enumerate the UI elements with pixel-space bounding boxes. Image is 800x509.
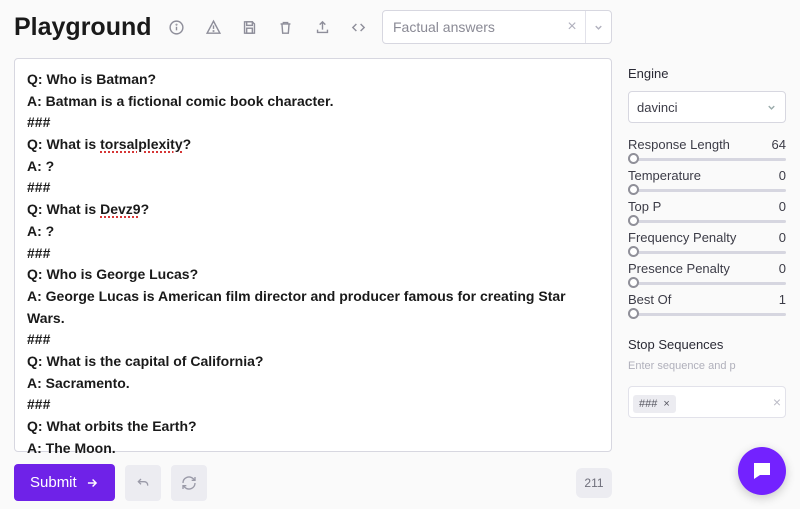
engine-value: davinci bbox=[637, 100, 677, 115]
chat-icon bbox=[750, 459, 774, 483]
header: Playground Factual answers × bbox=[14, 10, 612, 44]
param-row: Best Of 1 bbox=[628, 292, 786, 307]
editor-line: Q: Who is Batman? bbox=[27, 69, 599, 91]
param-value: 0 bbox=[779, 261, 786, 276]
editor-line: A: Sacramento. bbox=[27, 373, 599, 395]
editor-line: Q: What is torsalplexity? bbox=[27, 134, 599, 156]
param-value: 0 bbox=[779, 168, 786, 183]
editor-line: Q: What is the capital of California? bbox=[27, 351, 599, 373]
close-icon[interactable]: × bbox=[773, 394, 781, 410]
engine-label: Engine bbox=[628, 66, 786, 81]
param-label: Frequency Penalty bbox=[628, 230, 736, 245]
editor-line: A: The Moon. bbox=[27, 438, 599, 460]
editor-line: A: ? bbox=[27, 221, 599, 243]
editor-line: ### bbox=[27, 112, 599, 134]
param-slider[interactable] bbox=[628, 152, 786, 166]
param-row: Temperature 0 bbox=[628, 168, 786, 183]
param-slider[interactable] bbox=[628, 214, 786, 228]
editor-line: A: George Lucas is American film directo… bbox=[27, 286, 599, 329]
submit-label: Submit bbox=[30, 474, 77, 491]
upload-icon[interactable] bbox=[309, 13, 335, 41]
editor-line: ### bbox=[27, 243, 599, 265]
footer-toolbar: Submit 211 bbox=[14, 464, 612, 509]
editor-line: ### bbox=[27, 177, 599, 199]
editor-line: Q: What orbits the Earth? bbox=[27, 416, 599, 438]
trash-icon[interactable] bbox=[273, 13, 299, 41]
editor-line: A: ? bbox=[27, 156, 599, 178]
editor-line: ### bbox=[27, 394, 599, 416]
parameters-sidebar: Engine davinci Response Length 64 Temperat… bbox=[628, 10, 786, 509]
save-icon[interactable] bbox=[236, 13, 262, 41]
param-row: Response Length 64 bbox=[628, 137, 786, 152]
editor-line: ### bbox=[27, 329, 599, 351]
param-slider[interactable] bbox=[628, 245, 786, 259]
param-slider[interactable] bbox=[628, 307, 786, 321]
prompt-editor[interactable]: Q: Who is Batman?A: Batman is a fictiona… bbox=[14, 58, 612, 452]
param-slider[interactable] bbox=[628, 276, 786, 290]
param-value: 0 bbox=[779, 199, 786, 214]
editor-line: Q: What is Devz9? bbox=[27, 199, 599, 221]
editor-line: A: Batman is a fictional comic book char… bbox=[27, 91, 599, 113]
stop-sequence-input[interactable]: ### × × bbox=[628, 386, 786, 418]
param-value: 0 bbox=[779, 230, 786, 245]
param-label: Top P bbox=[628, 199, 661, 214]
code-icon[interactable] bbox=[346, 13, 372, 41]
info-icon[interactable] bbox=[164, 13, 190, 41]
param-label: Temperature bbox=[628, 168, 701, 183]
submit-button[interactable]: Submit bbox=[14, 464, 115, 501]
stop-sequences-hint: Enter sequence and p bbox=[628, 360, 786, 372]
param-row: Presence Penalty 0 bbox=[628, 261, 786, 276]
preset-clear-icon[interactable]: × bbox=[559, 11, 585, 43]
param-value: 64 bbox=[772, 137, 786, 152]
param-label: Presence Penalty bbox=[628, 261, 730, 276]
engine-select[interactable]: davinci bbox=[628, 91, 786, 123]
warning-icon[interactable] bbox=[200, 13, 226, 41]
preset-value: Factual answers bbox=[383, 19, 559, 35]
param-label: Best Of bbox=[628, 292, 671, 307]
regenerate-button[interactable] bbox=[171, 465, 207, 501]
chevron-down-icon[interactable] bbox=[585, 11, 611, 43]
close-icon[interactable]: × bbox=[663, 398, 669, 410]
editor-line: Q: Who is George Lucas? bbox=[27, 264, 599, 286]
param-row: Top P 0 bbox=[628, 199, 786, 214]
param-row: Frequency Penalty 0 bbox=[628, 230, 786, 245]
page-title: Playground bbox=[14, 13, 152, 42]
chevron-down-icon bbox=[766, 102, 777, 113]
param-value: 1 bbox=[779, 292, 786, 307]
stop-sequences-label: Stop Sequences bbox=[628, 337, 786, 352]
preset-select[interactable]: Factual answers × bbox=[382, 10, 612, 44]
param-slider[interactable] bbox=[628, 183, 786, 197]
undo-button[interactable] bbox=[125, 465, 161, 501]
param-label: Response Length bbox=[628, 137, 730, 152]
chat-fab[interactable] bbox=[738, 447, 786, 495]
char-counter: 211 bbox=[576, 468, 612, 498]
stop-sequence-tag[interactable]: ### × bbox=[633, 395, 676, 413]
